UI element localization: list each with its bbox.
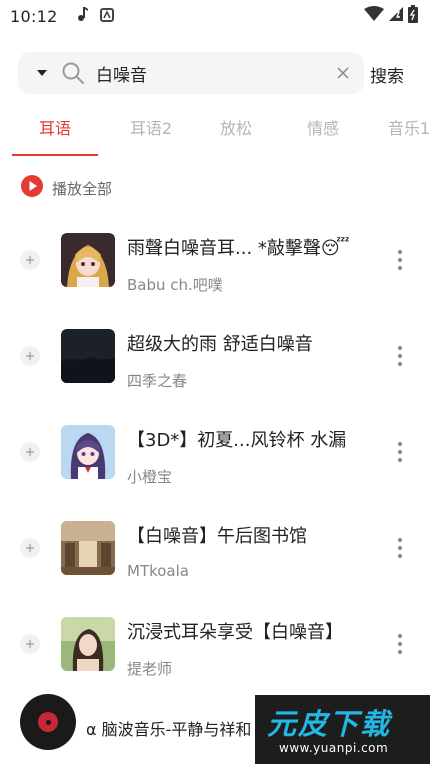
category-tabs: 耳语 耳语2 放松 情感 音乐1 [0, 110, 430, 158]
tab-relax[interactable]: 放松 [192, 110, 280, 150]
search-button[interactable]: 搜索 [370, 62, 404, 87]
song-cover-image [61, 329, 115, 383]
status-bar: 10:12 [0, 0, 430, 32]
music-note-icon [76, 6, 88, 26]
song-cover-image [61, 425, 115, 479]
add-icon[interactable] [20, 250, 40, 270]
add-icon[interactable] [20, 346, 40, 366]
more-options-icon[interactable] [390, 248, 410, 272]
signal-icon [388, 6, 404, 26]
song-list: 雨聲白噪音耳... *敲擊聲😴 Babu ch.吧噗 超级大的雨 舒适白噪音 四… [0, 212, 430, 692]
tab-whisper[interactable]: 耳语 [0, 110, 110, 150]
add-icon[interactable] [20, 538, 40, 558]
active-tab-indicator [12, 154, 98, 156]
status-system-icons [364, 5, 418, 27]
song-row[interactable]: 【3D*】初夏...风铃杯 水漏 小橙宝 [0, 404, 430, 500]
song-artist: 四季之春 [127, 372, 188, 390]
tab-emotion[interactable]: 情感 [280, 110, 366, 150]
watermark: 元皮下载 www.yuanpi.com [255, 695, 430, 764]
play-all-label: 播放全部 [52, 179, 113, 198]
play-all-button[interactable]: 播放全部 [20, 174, 112, 202]
song-cover-image [61, 617, 115, 671]
add-icon[interactable] [20, 442, 40, 462]
watermark-url: www.yuanpi.com [279, 741, 389, 755]
now-playing-title: α 脑波音乐-平静与祥和 [86, 720, 252, 739]
song-row[interactable]: 沉浸式耳朵享受【白噪音】 提老师 [0, 596, 430, 692]
song-row[interactable]: 雨聲白噪音耳... *敲擊聲😴 Babu ch.吧噗 [0, 212, 430, 308]
vinyl-disc-icon[interactable] [20, 694, 76, 750]
song-cover-image [61, 521, 115, 575]
song-title: 【3D*】初夏...风铃杯 水漏 [127, 430, 347, 451]
clear-icon[interactable] [334, 64, 352, 82]
song-cover-image [61, 233, 115, 287]
status-time: 10:12 [10, 6, 58, 26]
song-title: 沉浸式耳朵享受【白噪音】 [127, 622, 343, 643]
more-options-icon[interactable] [390, 632, 410, 656]
song-artist: 小橙宝 [127, 468, 173, 486]
song-title: 超级大的雨 舒适白噪音 [127, 334, 313, 355]
song-title: 【白噪音】午后图书馆 [127, 526, 307, 547]
more-options-icon[interactable] [390, 536, 410, 560]
tab-music-1[interactable]: 音乐1 [366, 110, 430, 150]
search-bar [18, 52, 364, 94]
song-title: 雨聲白噪音耳... *敲擊聲😴 [127, 238, 350, 259]
app-notification-icon [99, 7, 114, 26]
more-options-icon[interactable] [390, 344, 410, 368]
song-artist: MTkoala [127, 562, 189, 580]
play-circle-icon [20, 174, 44, 202]
search-input[interactable] [96, 63, 316, 83]
search-type-dropdown-icon[interactable] [32, 63, 52, 83]
song-artist: 提老师 [127, 660, 173, 678]
song-artist: Babu ch.吧噗 [127, 276, 223, 294]
status-notification-icons [76, 6, 114, 26]
tab-whisper-2[interactable]: 耳语2 [110, 110, 192, 150]
search-icon [60, 60, 86, 86]
more-options-icon[interactable] [390, 440, 410, 464]
wifi-icon [364, 6, 384, 26]
battery-icon [408, 5, 418, 27]
song-row[interactable]: 【白噪音】午后图书馆 MTkoala [0, 500, 430, 596]
watermark-logo: 元皮下载 [267, 707, 392, 741]
add-icon[interactable] [20, 634, 40, 654]
song-row[interactable]: 超级大的雨 舒适白噪音 四季之春 [0, 308, 430, 404]
